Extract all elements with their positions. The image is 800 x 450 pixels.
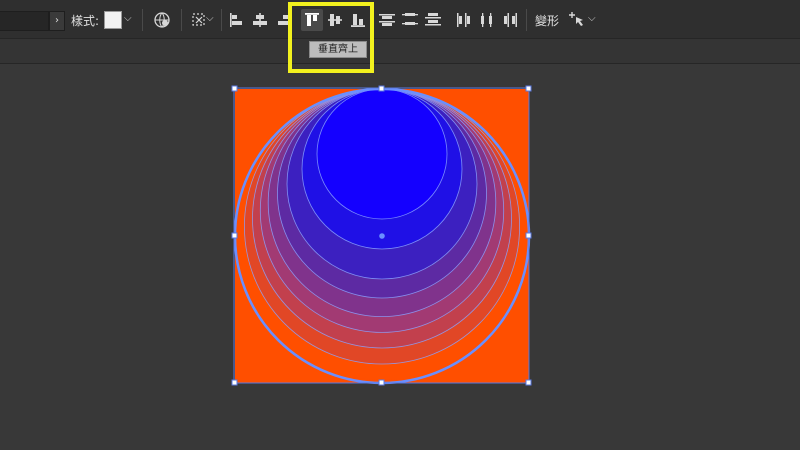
horizontal-distribute-center-icon[interactable] (476, 9, 498, 31)
field-chevron-button[interactable]: › (49, 11, 65, 31)
center-point (379, 233, 385, 239)
puppet-warp-dropdown-icon[interactable]: ⌵ (588, 13, 596, 24)
separator (142, 9, 143, 31)
horizontal-distribute-left-icon[interactable] (453, 9, 475, 31)
annotation-highlight-box (288, 2, 374, 73)
blend-circle (317, 89, 447, 219)
separator (221, 9, 222, 31)
horizontal-align-left-icon[interactable] (226, 9, 248, 31)
horizontal-align-center-icon[interactable] (249, 9, 271, 31)
transform-label[interactable]: 變形 (535, 12, 559, 29)
vertical-distribute-bottom-icon[interactable] (422, 9, 444, 31)
value-field[interactable] (0, 11, 49, 31)
vertical-distribute-top-icon[interactable] (376, 9, 398, 31)
vertical-distribute-center-icon[interactable] (399, 9, 421, 31)
horizontal-distribute-right-icon[interactable] (499, 9, 521, 31)
isolate-dropdown-icon[interactable]: ⌵ (206, 13, 214, 24)
separator (181, 9, 182, 31)
secondary-bar (0, 39, 800, 64)
control-bar: › 樣式: ⌵ ⌵ 變形 ⌵ (0, 0, 800, 39)
separator (526, 9, 527, 31)
blend-artwork[interactable] (230, 84, 536, 390)
puppet-warp-icon[interactable] (566, 9, 588, 31)
style-label: 樣式: (71, 14, 100, 28)
style-dropdown-icon[interactable]: ⌵ (124, 13, 132, 24)
globe-recolor-icon[interactable] (151, 9, 173, 31)
style-swatch[interactable] (104, 11, 122, 29)
